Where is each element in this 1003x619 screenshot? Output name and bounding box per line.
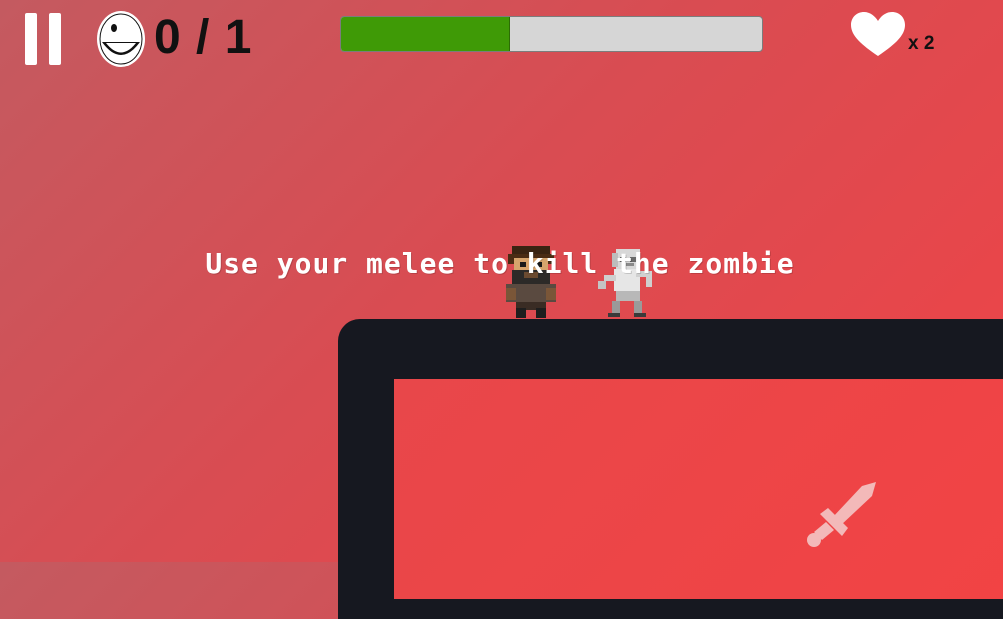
pause-button[interactable] xyxy=(24,13,62,65)
hud: 0 / 1 x 2 xyxy=(0,0,1003,70)
sword-icon xyxy=(807,482,876,547)
platform-inner-wall xyxy=(394,379,1003,599)
kill-counter: 0 / 1 xyxy=(154,11,253,64)
pause-icon-bar-right xyxy=(49,13,61,65)
pause-icon-bar-left xyxy=(25,13,37,65)
level-progress-bar xyxy=(340,16,763,52)
lives-counter: x 2 xyxy=(908,33,935,54)
heart-icon xyxy=(851,12,905,56)
smiley-face-icon xyxy=(97,11,145,67)
level-progress-fill xyxy=(341,17,511,51)
tutorial-message: Use your melee to kill the zombie xyxy=(205,247,795,280)
melee-attack-button[interactable] xyxy=(796,478,880,552)
